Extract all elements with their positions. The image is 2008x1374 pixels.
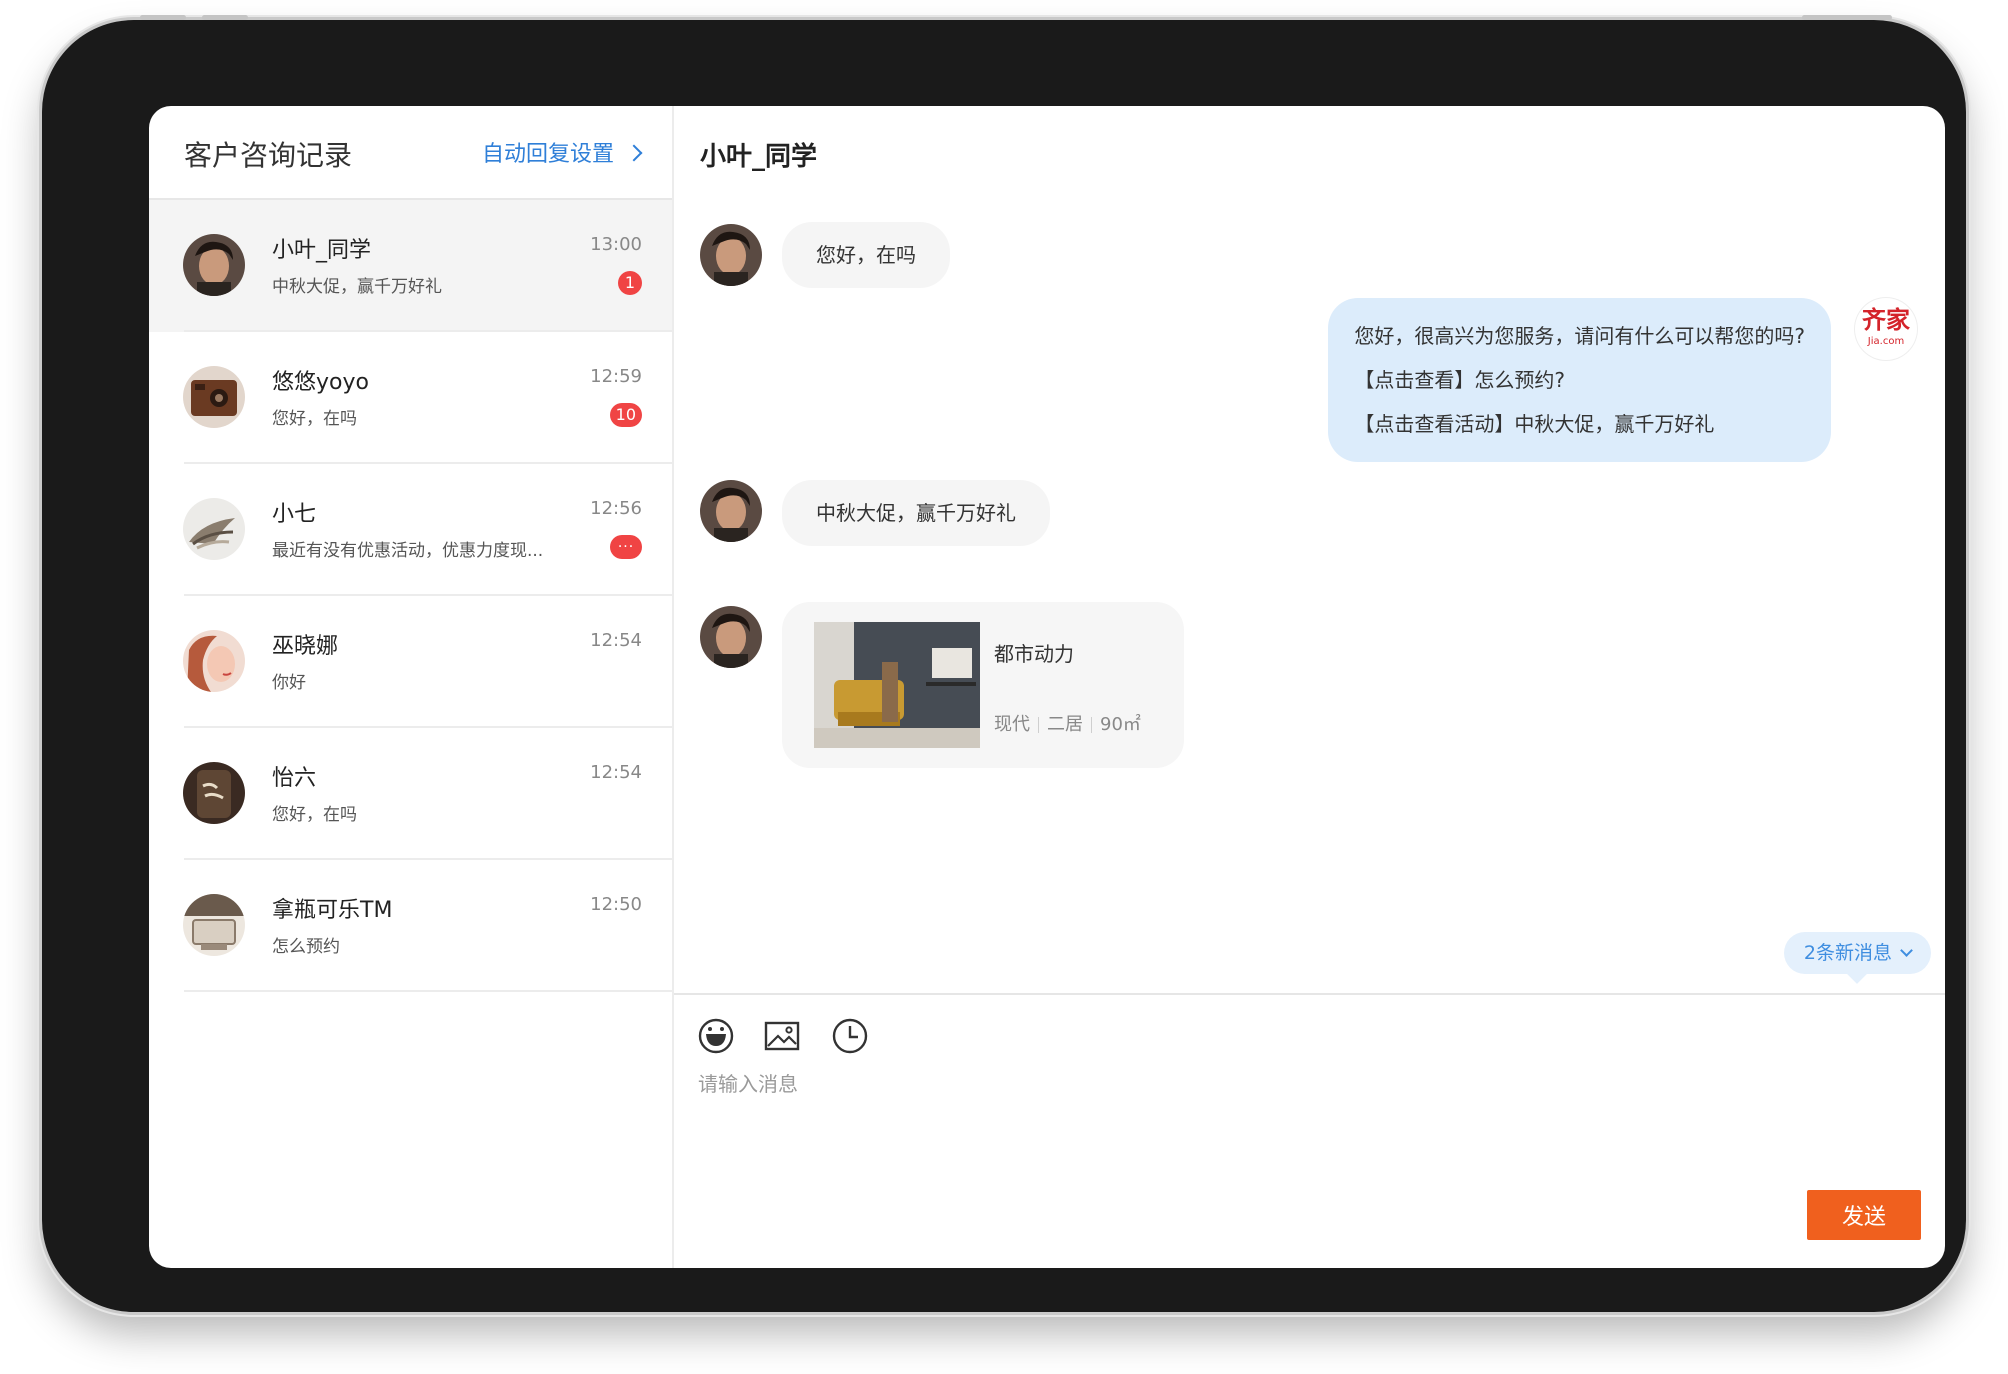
conversation-time: 12:50 bbox=[590, 894, 642, 915]
brand-logo-subtext: Jia.com bbox=[1867, 336, 1905, 347]
conversation-name: 拿瓶可乐TM bbox=[272, 898, 393, 923]
conversation-item[interactable]: 小七 12:56 最近有没有优惠活动，优惠力度现... ··· bbox=[149, 464, 672, 596]
tablet-frame: 客户咨询记录 自动回复设置 小叶_同学 13:00 中秋大促，赢千万好礼 1 悠… bbox=[42, 15, 1966, 1312]
new-messages-label: 2条新消息 bbox=[1803, 942, 1892, 964]
avatar bbox=[183, 762, 245, 824]
conversation-name: 小叶_同学 bbox=[272, 238, 372, 263]
conversation-item[interactable]: 怡六 12:54 您好，在吗 bbox=[149, 728, 672, 860]
agent-message-line: 您好，很高兴为您服务，请问有什么可以帮您的吗? bbox=[1354, 324, 1805, 348]
message-input[interactable] bbox=[698, 1072, 1398, 1096]
brand-logo-text: 齐家 bbox=[1862, 306, 1910, 334]
customer-avatar bbox=[700, 480, 762, 542]
emoji-icon[interactable] bbox=[696, 1016, 736, 1056]
brand-logo: 齐家 Jia.com bbox=[1855, 298, 1917, 360]
conversation-preview: 你好 bbox=[272, 673, 306, 693]
conversation-preview: 怎么预约 bbox=[272, 937, 340, 957]
card-title: 都市动力 bbox=[994, 642, 1074, 666]
auto-reply-settings-link[interactable]: 自动回复设置 bbox=[481, 136, 643, 168]
conversation-item[interactable]: 拿瓶可乐TM 12:50 怎么预约 bbox=[149, 860, 672, 992]
image-icon[interactable] bbox=[762, 1016, 802, 1056]
conversation-preview: 最近有没有优惠活动，优惠力度现... bbox=[272, 541, 544, 561]
more-messages-badge: ··· bbox=[610, 535, 642, 559]
panel-title: 客户咨询记录 bbox=[184, 139, 353, 172]
card-tag: 现代 bbox=[994, 714, 1030, 735]
quick-link-appointment[interactable]: 【点击查看】怎么预约? bbox=[1354, 358, 1805, 402]
chat-panel: 小叶_同学 您好，在吗 您好，很高兴为您服务，请问有什么可以帮您的吗? 【点击查… bbox=[674, 106, 1945, 1268]
conversation-time: 12:54 bbox=[590, 630, 642, 651]
chevron-right-icon bbox=[625, 144, 643, 162]
customer-avatar bbox=[700, 224, 762, 286]
avatar bbox=[183, 498, 245, 560]
volume-button bbox=[140, 15, 186, 20]
conversation-item[interactable]: 小叶_同学 13:00 中秋大促，赢千万好礼 1 bbox=[149, 200, 672, 332]
app-screen: 客户咨询记录 自动回复设置 小叶_同学 13:00 中秋大促，赢千万好礼 1 悠… bbox=[149, 106, 1945, 1268]
conversation-item[interactable]: 悠悠yoyo 12:59 您好，在吗 10 bbox=[149, 332, 672, 464]
send-button[interactable]: 发送 bbox=[1807, 1190, 1921, 1240]
customer-message: 中秋大促，赢千万好礼 bbox=[782, 480, 1050, 546]
design-thumbnail bbox=[814, 622, 980, 748]
conversation-preview: 中秋大促，赢千万好礼 bbox=[272, 277, 442, 297]
avatar bbox=[183, 630, 245, 692]
power-button bbox=[1802, 15, 1892, 20]
customer-avatar bbox=[700, 606, 762, 668]
conversation-time: 13:00 bbox=[590, 234, 642, 255]
conversation-name: 怡六 bbox=[272, 766, 317, 791]
conversation-panel: 客户咨询记录 自动回复设置 小叶_同学 13:00 中秋大促，赢千万好礼 1 悠… bbox=[149, 106, 674, 1268]
card-tag: 90㎡ bbox=[1100, 714, 1141, 735]
conversation-item[interactable]: 巫晓娜 12:54 你好 bbox=[149, 596, 672, 728]
card-tags: 现代 二居 90㎡ bbox=[994, 710, 1141, 736]
auto-reply-label: 自动回复设置 bbox=[481, 142, 614, 167]
message-area[interactable]: 小叶_同学 您好，在吗 您好，很高兴为您服务，请问有什么可以帮您的吗? 【点击查… bbox=[674, 106, 1945, 992]
unread-badge: 10 bbox=[609, 403, 642, 427]
design-card[interactable]: 都市动力 现代 二居 90㎡ bbox=[782, 602, 1184, 768]
clock-icon[interactable] bbox=[830, 1016, 870, 1056]
avatar bbox=[183, 894, 245, 956]
conversation-list: 小叶_同学 13:00 中秋大促，赢千万好礼 1 悠悠yoyo 12:59 您好… bbox=[149, 200, 672, 992]
conversation-name: 巫晓娜 bbox=[272, 634, 339, 659]
quick-link-promotion[interactable]: 【点击查看活动】中秋大促，赢千万好礼 bbox=[1354, 402, 1805, 446]
input-divider bbox=[674, 993, 1945, 995]
chat-title: 小叶_同学 bbox=[700, 142, 818, 172]
conversation-name: 悠悠yoyo bbox=[272, 370, 369, 395]
conversation-time: 12:56 bbox=[590, 498, 642, 519]
conversation-header: 客户咨询记录 自动回复设置 bbox=[149, 106, 672, 200]
new-messages-indicator[interactable]: 2条新消息 bbox=[1783, 932, 1931, 984]
conversation-time: 12:54 bbox=[590, 762, 642, 783]
conversation-preview: 您好，在吗 bbox=[272, 805, 357, 825]
chevron-down-icon bbox=[1900, 944, 1913, 957]
avatar bbox=[183, 366, 245, 428]
customer-message: 您好，在吗 bbox=[782, 222, 950, 288]
conversation-time: 12:59 bbox=[590, 366, 642, 387]
volume-button bbox=[202, 15, 248, 20]
avatar bbox=[183, 234, 245, 296]
unread-badge: 1 bbox=[618, 271, 642, 295]
card-tag: 二居 bbox=[1047, 714, 1083, 735]
conversation-name: 小七 bbox=[272, 502, 317, 527]
conversation-preview: 您好，在吗 bbox=[272, 409, 357, 429]
agent-message: 您好，很高兴为您服务，请问有什么可以帮您的吗? 【点击查看】怎么预约? 【点击查… bbox=[1328, 298, 1831, 462]
